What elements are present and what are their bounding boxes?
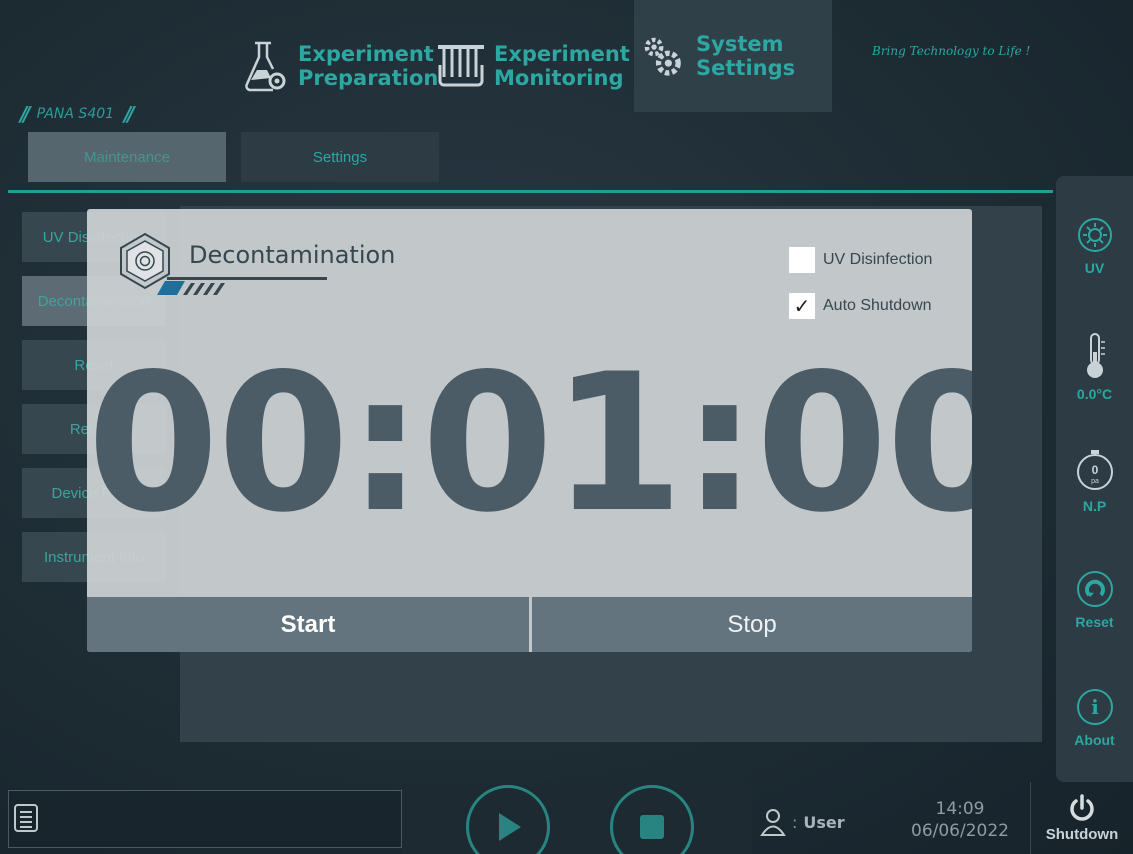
uv-disinfection-option[interactable]: UV Disinfection xyxy=(789,247,932,273)
countdown-timer: 00:01:00 xyxy=(87,333,972,554)
start-button[interactable]: Start xyxy=(87,597,529,652)
app-root: Experiment Preparation Experiment Monito… xyxy=(0,0,1133,854)
dialog-buttons: Start Stop xyxy=(87,597,972,652)
auto-shutdown-label: Auto Shutdown xyxy=(823,297,932,314)
stop-button[interactable]: Stop xyxy=(532,597,972,652)
dialog-options: UV Disinfection ✓ Auto Shutdown xyxy=(789,247,932,339)
dialog-title: Decontamination xyxy=(189,241,396,269)
uv-disinfection-checkbox[interactable] xyxy=(789,247,815,273)
decontamination-dialog: Decontamination UV Disinfection ✓ Auto S… xyxy=(87,209,972,652)
auto-shutdown-checkbox[interactable]: ✓ xyxy=(789,293,815,319)
title-stripes-decoration xyxy=(157,281,225,295)
auto-shutdown-option[interactable]: ✓ Auto Shutdown xyxy=(789,293,932,319)
uv-disinfection-label: UV Disinfection xyxy=(823,251,933,268)
